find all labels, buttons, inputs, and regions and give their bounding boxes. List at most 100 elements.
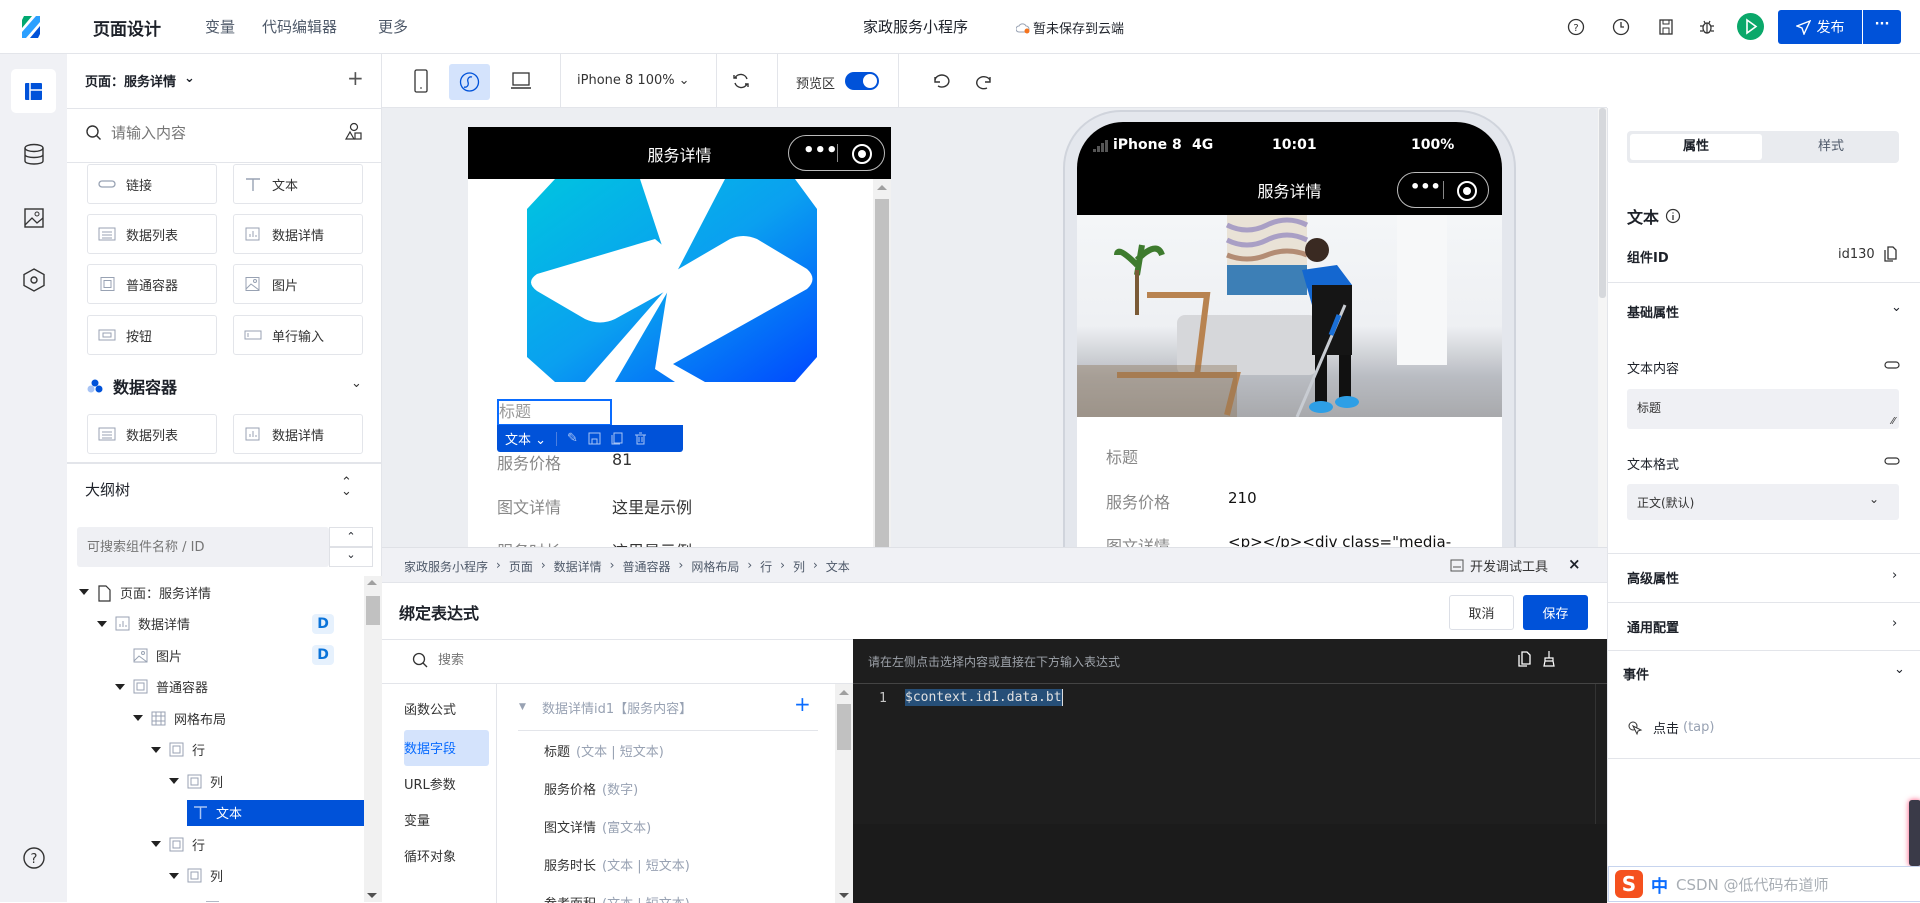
tree-node[interactable]: 页面：服务详情 [79,579,211,605]
breadcrumb-item[interactable]: 行 [760,558,772,575]
delete-icon[interactable] [634,432,647,445]
tree-node[interactable]: 网格布局 [133,705,226,731]
text-format-select[interactable]: 正文(默认) ⌄ [1627,484,1899,520]
help-icon[interactable]: ? [21,845,47,871]
preview-toggle[interactable] [845,72,879,90]
events-header[interactable]: 事件 [1623,664,1649,683]
publish-more-button[interactable]: ··· [1863,10,1901,44]
save-button[interactable]: 保存 [1523,595,1588,630]
tree-node[interactable]: 列 [169,863,223,889]
common-config-header[interactable]: 通用配置 [1627,617,1679,636]
info-icon[interactable] [1665,208,1681,224]
component-library-icon[interactable] [344,122,364,142]
tab-style[interactable]: 样式 [1765,134,1897,160]
component-data-detail[interactable]: 数据详情 [233,414,363,454]
tree-node[interactable]: 列 [169,768,223,794]
tree-node[interactable]: 文本 [187,894,254,902]
page-selector[interactable]: 页面：服务详情 ⌄ [85,71,195,90]
more-dots-icon[interactable]: ••• [803,140,838,161]
edit-icon[interactable]: ✎ [567,431,578,446]
close-icon[interactable]: × [1568,555,1581,573]
laptop-device-icon[interactable] [510,71,532,91]
data-source-header[interactable]: 数据详情id1【服务内容】 [542,698,692,717]
component-type-dropdown[interactable]: 文本 ⌄ [505,429,546,448]
copy-icon[interactable] [611,432,624,445]
chevron-right-icon[interactable]: › [1892,616,1897,631]
expand-arrow-icon[interactable] [169,872,179,879]
chevron-down-icon[interactable]: ⌄ [1891,300,1902,315]
expand-arrow-icon[interactable] [151,746,161,753]
breadcrumb-item[interactable]: 数据详情 [554,558,602,575]
breadcrumb-item[interactable]: 列 [793,558,805,575]
copy-icon[interactable] [1883,246,1898,262]
add-icon[interactable]: + [794,692,811,716]
component-data-list[interactable]: 数据列表 [87,214,217,254]
nav-more[interactable]: 更多 [378,16,408,37]
outline-prev-button[interactable]: ⌃ [329,527,373,547]
component-link[interactable]: 链接 [87,164,217,204]
tree-node[interactable]: 文本 [187,799,364,826]
expand-arrow-icon[interactable] [79,589,89,595]
component-button[interactable]: 按钮 [87,315,217,355]
expand-collapse-icon[interactable]: ⌃ ⌄ [341,476,352,498]
data-field-item[interactable]: 图文详情 (富文本) [544,817,651,836]
tree-node[interactable]: 行 [151,831,205,857]
database-icon[interactable] [21,142,47,168]
nav-page-design[interactable]: 页面设计 [93,15,161,40]
refresh-icon[interactable] [731,71,751,91]
outline-search-input[interactable] [77,527,329,567]
run-preview-button[interactable] [1737,13,1764,40]
selected-title-text[interactable]: 标题 [497,399,612,426]
undo-icon[interactable] [930,72,950,92]
close-miniprogram-icon[interactable] [1457,181,1477,201]
component-container[interactable]: 普通容器 [87,264,217,304]
component-data-list[interactable]: 数据列表 [87,414,217,454]
tree-node[interactable]: 图片 [115,642,182,668]
save-icon[interactable] [1656,17,1676,37]
expression-editor[interactable]: 请在左侧点击选择内容或直接在下方输入表达式 1 $context.id1.dat… [853,639,1607,903]
image-icon[interactable] [21,205,47,231]
expression-code[interactable]: $context.id1.data.bt [905,689,1063,706]
redo-icon[interactable] [975,72,995,92]
mobile-device-icon[interactable] [414,69,428,93]
data-field-item[interactable]: 标题 (文本 | 短文本) [544,741,664,760]
tree-node[interactable]: 数据详情 [97,611,190,637]
component-search-input[interactable] [111,120,291,146]
settings-hex-icon[interactable] [21,267,47,293]
basic-properties-header[interactable]: 基础属性 [1627,302,1679,321]
expand-arrow-icon[interactable] [151,841,161,847]
bind-link-icon[interactable] [1884,360,1900,370]
capsule-menu[interactable]: ••• [1397,172,1489,208]
resize-handle-icon[interactable]: ⁄⁄ [1892,416,1895,427]
publish-button[interactable]: 发布 [1778,10,1862,44]
event-tap[interactable]: 点击 (tap) [1627,718,1714,737]
capsule-menu[interactable]: ••• [788,135,885,171]
field-scrollbar[interactable] [835,684,853,903]
caret-down-icon[interactable]: ▼ [519,702,526,712]
chevron-down-icon[interactable]: ⌄ [351,376,362,391]
clear-broom-icon[interactable] [1542,650,1556,667]
copy-icon[interactable] [1518,651,1531,667]
more-dots-icon[interactable]: ••• [1410,177,1441,196]
component-single-input[interactable]: 单行输入 [233,315,363,355]
expand-arrow-icon[interactable] [115,683,125,690]
cancel-button[interactable]: 取消 [1449,595,1514,630]
editor-scrollbar[interactable] [1595,684,1607,824]
data-field-item[interactable]: 服务时长 (文本 | 短文本) [544,855,690,874]
data-field-item[interactable]: 服务价格 (数字) [544,779,638,798]
tree-node[interactable]: 行 [151,737,205,763]
close-miniprogram-icon[interactable] [852,144,872,164]
save-icon[interactable] [588,432,601,445]
text-content-input[interactable]: 标题 ⁄⁄ [1627,389,1899,429]
add-page-icon[interactable]: + [347,66,364,90]
bind-link-icon[interactable] [1884,456,1900,466]
nav-code-editor[interactable]: 代码编辑器 [262,16,337,37]
component-image[interactable]: 图片 [233,264,363,304]
breadcrumb-item[interactable]: 普通容器 [622,558,670,575]
component-data-detail[interactable]: 数据详情 [233,214,363,254]
breadcrumb-item[interactable]: 页面 [509,558,533,575]
breadcrumb-item[interactable]: 网格布局 [691,558,739,575]
breadcrumb-item[interactable]: 文本 [826,558,850,575]
phone-scrollbar[interactable] [873,179,891,547]
outline-scrollbar[interactable] [364,576,382,902]
